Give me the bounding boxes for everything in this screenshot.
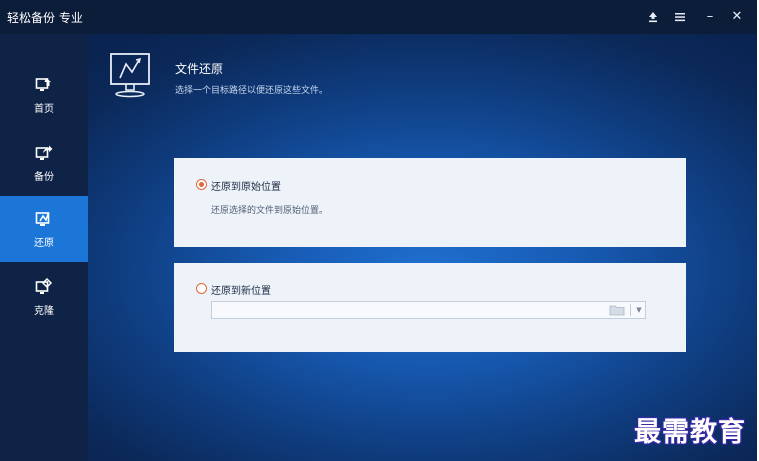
chevron-down-icon[interactable]: ▼ [633,302,645,318]
page-title: 文件还原 [175,62,224,76]
title-bar: 轻松备份 专业 – ✕ [0,0,757,34]
minimize-button[interactable]: – [700,7,720,27]
menu-button[interactable] [670,7,690,27]
restore-icon [35,212,50,226]
page-subtitle: 选择一个目标路径以便还原这些文件。 [175,86,329,96]
monitor-restore-icon [110,53,150,98]
sidebar-item-label: 还原 [34,238,54,249]
sidebar-item-label: 备份 [34,172,54,183]
sidebar-item-backup[interactable]: 备份 [0,130,88,196]
restore-original-label: 还原到原始位置 [211,182,281,193]
home-icon [35,78,51,91]
restore-original-description: 还原选择的文件到原始位置。 [211,206,329,216]
path-input[interactable] [212,302,607,318]
app-title: 轻松备份 专业 [7,11,83,25]
backup-icon [35,145,53,160]
restore-new-location-radio[interactable] [196,283,207,294]
restore-original-option[interactable]: 还原到原始位置 [196,178,316,193]
folder-browse-icon[interactable] [609,304,625,316]
sidebar-item-restore[interactable]: 还原 [0,196,88,262]
restore-new-location-label: 还原到新位置 [211,286,271,297]
minimize-icon: – [706,9,714,24]
close-icon: ✕ [731,9,743,24]
close-button[interactable]: ✕ [727,7,747,27]
sidebar-item-label: 克隆 [34,306,54,317]
upgrade-button[interactable] [643,7,663,27]
restore-original-card: 还原到原始位置 还原选择的文件到原始位置。 [174,158,686,247]
sidebar-item-label: 首页 [34,104,54,115]
restore-new-location-card: 还原到新位置 ▼ [174,263,686,352]
watermark: 最需教育 [634,417,746,448]
sidebar-item-home[interactable]: 首页 [0,62,88,128]
sidebar: 首页 备份 还原 克隆 [0,34,88,461]
clone-icon [35,278,53,294]
menu-icon [675,13,685,22]
dropdown-separator [630,304,631,316]
upgrade-icon [649,12,657,23]
restore-original-radio[interactable] [196,179,207,190]
app-window: 轻松备份 专业 – ✕ 首页 备份 还原 克隆 文件还原 选择一个目标路径以便还… [0,0,759,461]
restore-new-location-option[interactable]: 还原到新位置 [196,282,316,297]
path-field: ▼ [211,301,646,319]
sidebar-item-clone[interactable]: 克隆 [0,264,88,330]
